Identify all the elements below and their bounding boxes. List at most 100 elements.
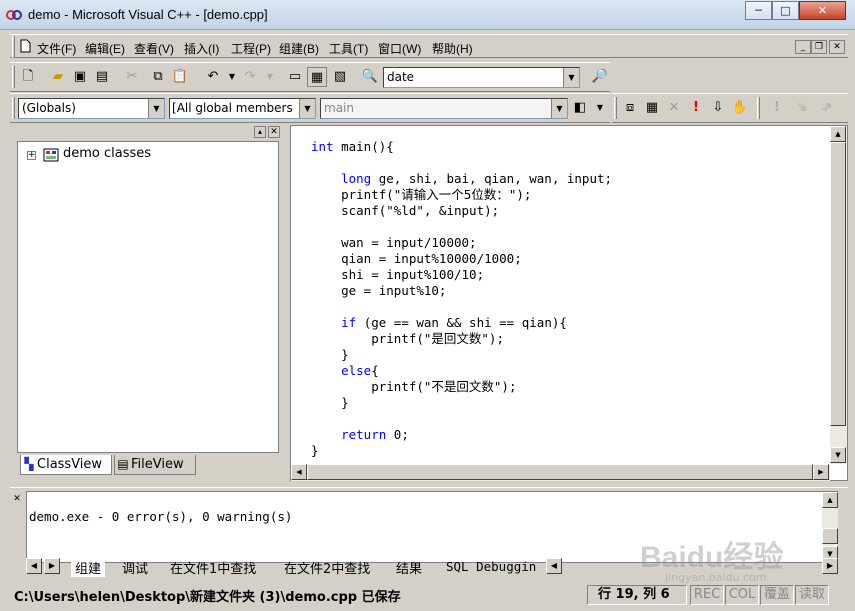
output-vscroll[interactable]: ▲ ▼ (822, 492, 838, 562)
buildbar-grip[interactable] (614, 97, 617, 119)
tab-sql-debugging[interactable]: SQL Debuggin (446, 559, 542, 575)
wizard-dropdown-icon[interactable]: ▼ (590, 98, 610, 118)
menu-build[interactable]: 组建(B) (279, 40, 319, 57)
paste-icon[interactable]: 📋 (170, 67, 190, 87)
code-line[interactable] (311, 155, 612, 171)
minimize-button[interactable]: ─ (745, 1, 772, 20)
code-editor[interactable]: int main(){ long ge, shi, bai, qian, wan… (290, 125, 848, 481)
debug-execute-icon[interactable]: ! (767, 98, 787, 118)
undo-icon[interactable]: ↶ (203, 67, 223, 87)
open-folder-icon[interactable]: ▰ (48, 67, 68, 87)
menu-project[interactable]: 工程(P) (231, 40, 271, 57)
debugbar-grip[interactable] (757, 97, 760, 119)
undo-dropdown-icon[interactable]: ▼ (222, 67, 242, 87)
scroll-thumb[interactable] (830, 142, 846, 426)
member-combo[interactable]: main ▼ (320, 98, 568, 119)
save-all-icon[interactable]: ▤ (92, 67, 112, 87)
menu-view[interactable]: 查看(V) (134, 40, 174, 57)
build-icon[interactable]: ▦ (642, 98, 662, 118)
step-into-icon[interactable]: ⇘ (792, 98, 812, 118)
toolbar-grip[interactable] (12, 66, 15, 88)
mdi-minimize-button[interactable]: _ (795, 40, 811, 54)
tab-build[interactable]: 组建 (71, 558, 106, 577)
step-over-icon[interactable]: ⇗ (817, 98, 837, 118)
menu-tools[interactable]: 工具(T) (329, 40, 368, 57)
code-line[interactable]: printf("不是回文数"); (311, 379, 612, 395)
chevron-down-icon[interactable]: ▼ (563, 68, 579, 87)
cut-icon[interactable]: ✂ (122, 67, 142, 87)
menu-file[interactable]: 文件(F) (37, 40, 76, 57)
close-button[interactable]: ✕ (799, 1, 846, 20)
tab-scroll-right-icon[interactable]: ▶ (822, 558, 838, 574)
code-line[interactable]: shi = input%100/10; (311, 267, 612, 283)
save-icon[interactable]: ▣ (70, 67, 90, 87)
vertical-scrollbar[interactable]: ▲ ▼ (830, 126, 847, 464)
tab-debug[interactable]: 调试 (122, 558, 148, 577)
execute-icon[interactable]: ! (686, 98, 706, 118)
find-in-files-icon[interactable]: 🔍 (360, 67, 380, 87)
maximize-button[interactable]: □ (772, 1, 799, 20)
mdi-restore-button[interactable]: ❐ (811, 40, 827, 54)
tab-results[interactable]: 结果 (396, 558, 422, 577)
chevron-down-icon[interactable]: ▼ (148, 99, 164, 118)
scroll-up-icon[interactable]: ▲ (822, 492, 838, 508)
output-close-icon[interactable]: ✕ (12, 494, 22, 504)
go-icon[interactable]: ⇩ (708, 98, 728, 118)
wizard-action-icon[interactable]: ◧ (570, 98, 590, 118)
code-line[interactable]: qian = input%10000/1000; (311, 251, 612, 267)
wizardbar-grip[interactable] (12, 97, 15, 119)
code-line[interactable]: int main(){ (311, 139, 612, 155)
code-line[interactable]: else{ (311, 363, 612, 379)
menu-grip[interactable] (12, 36, 15, 58)
new-file-icon[interactable]: 🗋 (18, 67, 38, 87)
stop-build-icon[interactable]: ✕ (664, 98, 684, 118)
mdi-close-button[interactable]: ✕ (829, 40, 845, 54)
menu-insert[interactable]: 插入(I) (184, 40, 219, 57)
expand-icon[interactable]: + (27, 151, 36, 160)
code-line[interactable]: ge = input%10; (311, 283, 612, 299)
tab-fileview[interactable]: ▤ FileView (114, 455, 196, 475)
search-icon[interactable]: 🔎 (590, 67, 610, 87)
horizontal-scrollbar[interactable]: ◀ ▶ (291, 464, 830, 481)
code-line[interactable]: long ge, shi, bai, qian, wan, input; (311, 171, 612, 187)
code-line[interactable] (311, 299, 612, 315)
menu-window[interactable]: 窗口(W) (378, 40, 421, 57)
redo-icon[interactable]: ↷ (240, 67, 260, 87)
compile-icon[interactable]: ⧈ (620, 98, 640, 118)
tab-scroll-left-icon[interactable]: ◀ (546, 558, 562, 574)
scroll-right-icon[interactable]: ▶ (813, 464, 829, 480)
code-line[interactable]: wan = input/10000; (311, 235, 612, 251)
copy-icon[interactable]: ⧉ (148, 67, 168, 87)
tab-find1[interactable]: 在文件1中查找 (170, 558, 256, 577)
code-line[interactable]: return 0; (311, 427, 612, 443)
hscroll-thumb[interactable] (307, 464, 813, 480)
code-line[interactable]: } (311, 395, 612, 411)
code-line[interactable]: if (ge == wan && shi == qian){ (311, 315, 612, 331)
filter-combo[interactable]: [All global members ▼ (169, 98, 316, 119)
code-line[interactable]: printf("是回文数"); (311, 331, 612, 347)
tab-prev-icon[interactable]: ◀ (26, 558, 42, 574)
code-line[interactable] (311, 411, 612, 427)
tab-next-icon[interactable]: ▶ (44, 558, 60, 574)
breakpoint-hand-icon[interactable]: ✋ (730, 98, 750, 118)
code-line[interactable]: printf("请输入一个5位数："); (311, 187, 612, 203)
scroll-left-icon[interactable]: ◀ (291, 464, 307, 480)
output-window-icon[interactable]: ▦ (307, 67, 327, 87)
code-line[interactable]: scanf("%ld", &input); (311, 203, 612, 219)
code-area[interactable]: int main(){ long ge, shi, bai, qian, wan… (311, 139, 612, 459)
workspace-icon[interactable]: ▭ (285, 67, 305, 87)
tab-classview[interactable]: ▚ ClassView (20, 455, 112, 475)
window-list-icon[interactable]: ▧ (330, 67, 350, 87)
code-line[interactable]: } (311, 443, 612, 459)
menu-help[interactable]: 帮助(H) (432, 40, 473, 57)
scroll-up-icon[interactable]: ▲ (830, 126, 846, 142)
code-line[interactable] (311, 219, 612, 235)
class-tree-root[interactable]: demo classes (63, 146, 151, 161)
output-scroll-thumb[interactable] (822, 528, 838, 544)
redo-dropdown-icon[interactable]: ▼ (260, 67, 280, 87)
chevron-down-icon[interactable]: ▼ (551, 99, 567, 118)
tab-find2[interactable]: 在文件2中查找 (284, 558, 370, 577)
code-line[interactable]: } (311, 347, 612, 363)
pane-maximize-icon[interactable]: ▴ (254, 126, 266, 138)
scroll-down-icon[interactable]: ▼ (830, 447, 846, 463)
